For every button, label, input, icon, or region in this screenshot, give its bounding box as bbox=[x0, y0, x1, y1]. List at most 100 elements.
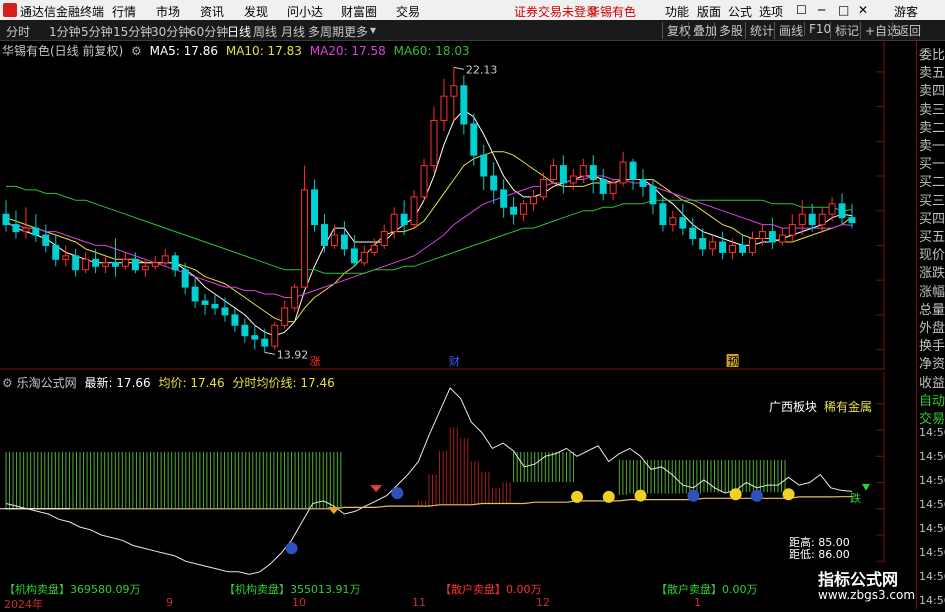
overlay-button[interactable]: 叠加 bbox=[688, 22, 717, 39]
side-panel-item: 卖五 bbox=[919, 66, 945, 82]
candle-body bbox=[380, 231, 388, 246]
menu-quotes[interactable]: 行情 bbox=[112, 3, 136, 20]
candle-body bbox=[42, 234, 50, 246]
candle-body bbox=[828, 203, 836, 215]
blue-face-icon bbox=[391, 487, 404, 500]
menu-formula[interactable]: 公式 bbox=[728, 3, 752, 20]
side-panel-item: 买一 bbox=[919, 157, 945, 173]
draw-line-button[interactable]: 画线 bbox=[774, 22, 803, 39]
period-5min[interactable]: 5分钟 bbox=[81, 23, 113, 40]
blue-face-icon bbox=[687, 489, 700, 502]
multi-stock-button[interactable]: 多股 bbox=[714, 22, 743, 39]
menu-discover[interactable]: 发现 bbox=[244, 3, 268, 20]
login-notice[interactable]: 证券交易未登录 bbox=[514, 3, 598, 20]
candle-body bbox=[32, 227, 40, 236]
candle-body bbox=[579, 165, 587, 177]
mark-button[interactable]: 标记 bbox=[830, 22, 859, 39]
candle-body bbox=[201, 300, 209, 305]
period-30min[interactable]: 30分钟 bbox=[151, 23, 190, 40]
close-window-icon[interactable]: ✕ bbox=[858, 3, 868, 17]
candle-body bbox=[131, 258, 139, 271]
high-marker bbox=[453, 66, 464, 70]
period-weekly[interactable]: 周线 bbox=[253, 23, 277, 40]
indicator-canvas: 21.0020.0019.0018.0017.0016.0015.00 bbox=[0, 372, 885, 597]
candle-body bbox=[649, 185, 657, 205]
candle-body bbox=[480, 154, 488, 177]
candle-body bbox=[470, 123, 478, 156]
menu-market[interactable]: 市场 bbox=[156, 3, 180, 20]
period-1min[interactable]: 1分钟 bbox=[49, 23, 81, 40]
period-daily[interactable]: 日线 bbox=[227, 23, 251, 40]
candle-body bbox=[510, 206, 518, 215]
candle-body bbox=[440, 95, 448, 121]
menu-ask-xiaoda[interactable]: 问小达 bbox=[287, 3, 323, 20]
menu-options[interactable]: 选项 bbox=[759, 3, 783, 20]
tick-time: 14:56 bbox=[919, 546, 945, 559]
quote-side-panel: 委比 卖五 卖四 卖三 卖二 卖一 买一 买二 买三 买四 买五 现价 涨跌 涨幅 总量 外盘 换手 净资 收益 自动… bbox=[916, 40, 945, 609]
candle-body bbox=[400, 213, 408, 226]
down-triangle-icon bbox=[862, 483, 870, 491]
period-60min[interactable]: 60分钟 bbox=[189, 23, 228, 40]
menu-trade[interactable]: 交易 bbox=[396, 3, 420, 20]
candle-body bbox=[639, 178, 647, 187]
period-intraday[interactable]: 分时 bbox=[6, 23, 30, 40]
candle-body bbox=[430, 119, 438, 167]
inst-sell-value-1: 369580.09万 bbox=[70, 583, 141, 596]
candle-body bbox=[92, 258, 100, 267]
smile-face-icon bbox=[729, 488, 742, 501]
side-panel-item[interactable]: 自动 bbox=[919, 390, 945, 409]
adjust-button[interactable]: 复权 bbox=[662, 22, 691, 39]
low-marker bbox=[264, 351, 275, 355]
candle-body bbox=[340, 234, 348, 250]
retail-sell-value-1: 0.00万 bbox=[506, 583, 542, 596]
candle-body bbox=[520, 203, 528, 215]
indicator-chart[interactable]: ⚙ 乐淘公式网 最新: 17.66 均价: 17.46 分时均价线: 17.46… bbox=[0, 372, 885, 597]
candle-body bbox=[171, 255, 179, 271]
candle-body bbox=[62, 255, 70, 260]
menu-wealth-circle[interactable]: 财富圈 bbox=[341, 3, 377, 20]
candle-body bbox=[370, 244, 378, 253]
restore-icon[interactable]: □ bbox=[838, 3, 849, 17]
candle-body bbox=[231, 314, 239, 326]
side-panel-item[interactable]: 交易 bbox=[919, 408, 945, 427]
smile-face-icon bbox=[571, 490, 584, 503]
ma5-line bbox=[5, 109, 853, 337]
statistics-button[interactable]: 统计 bbox=[745, 22, 774, 39]
f10-button[interactable]: F10 bbox=[804, 22, 831, 36]
side-panel-item: 外盘 bbox=[919, 321, 945, 336]
side-panel-item: 总量 bbox=[919, 302, 945, 318]
stock-name-title: 华锡有色 bbox=[588, 5, 637, 19]
guest-label[interactable]: 游客 bbox=[894, 3, 918, 20]
candle-body bbox=[450, 85, 458, 97]
period-15min[interactable]: 15分钟 bbox=[113, 23, 152, 40]
smile-face-icon bbox=[602, 490, 615, 503]
period-monthly[interactable]: 月线 bbox=[281, 23, 305, 40]
tick-time: 14:56 bbox=[919, 474, 945, 487]
side-panel-item: 卖三 bbox=[919, 102, 945, 118]
period-multi[interactable]: 多周期 bbox=[308, 23, 344, 40]
side-panel-item: 卖一 bbox=[919, 139, 945, 154]
candle-body bbox=[679, 217, 687, 229]
retail-sell-value-2: 0.00万 bbox=[722, 583, 758, 596]
smile-face-icon bbox=[634, 489, 647, 502]
menu-layout[interactable]: 版面 bbox=[697, 3, 721, 20]
tick-time: 14:56 bbox=[919, 522, 945, 535]
candle-body bbox=[490, 175, 498, 191]
main-kline-chart[interactable]: 华锡有色(日线 前复权) ⚙ MA5: 17.86 MA10: 17.83 MA… bbox=[0, 40, 885, 370]
candle-body bbox=[699, 238, 707, 250]
app-title: 通达信金融终端 bbox=[20, 5, 105, 19]
more-chevron-icon[interactable]: ▾ bbox=[370, 23, 376, 37]
menu-news[interactable]: 资讯 bbox=[200, 3, 224, 20]
back-button[interactable]: 返回 bbox=[892, 22, 921, 39]
candle-body bbox=[390, 213, 398, 233]
user-icon[interactable]: ☐ bbox=[796, 3, 807, 17]
candle-body bbox=[241, 324, 249, 337]
kline-canvas: 22.0021.0020.0019.0018.0017.0016.0015.00… bbox=[0, 40, 885, 370]
period-more[interactable]: 更多 bbox=[344, 23, 368, 40]
menu-function[interactable]: 功能 bbox=[665, 3, 689, 20]
side-panel-item: 买二 bbox=[919, 175, 945, 191]
menu-bar: 通达信金融终端 行情 市场 资讯 发现 问小达 财富圈 交易 证券交易未登录 华… bbox=[0, 0, 945, 20]
minimize-icon[interactable]: ─ bbox=[818, 3, 825, 17]
candle-body bbox=[121, 258, 129, 267]
inst-sell-label-2: 【机构卖盘】 bbox=[224, 583, 290, 596]
